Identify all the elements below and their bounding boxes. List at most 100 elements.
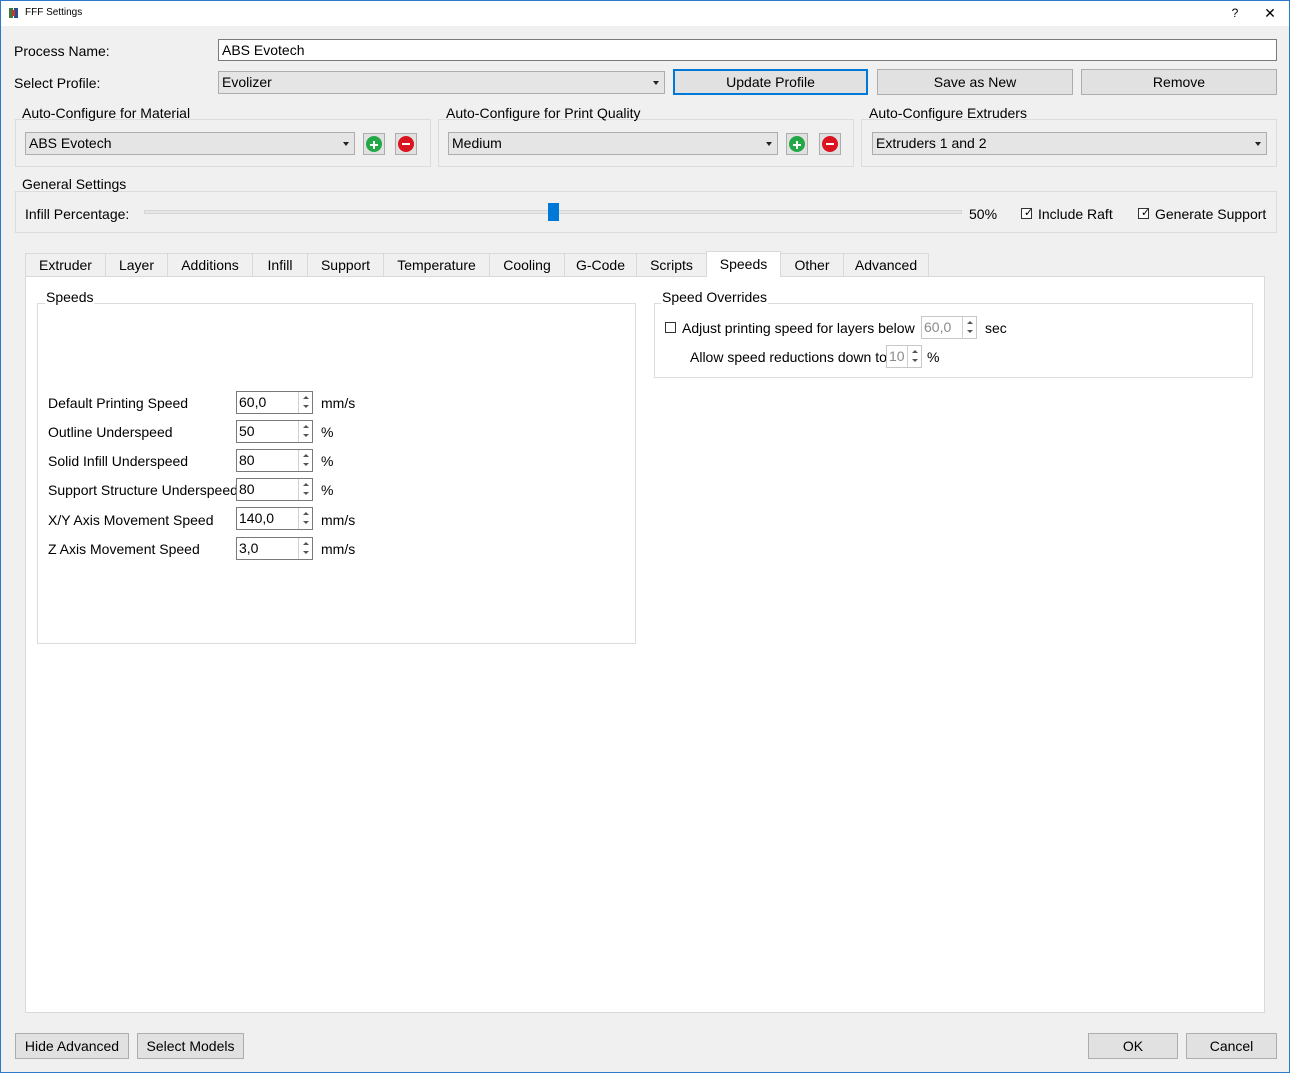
support-structure-underspeed-unit: %	[321, 482, 334, 498]
z-axis-movement-speed-label: Z Axis Movement Speed	[48, 541, 200, 557]
adjust-speed-checkbox[interactable]	[665, 322, 676, 333]
infill-slider-handle[interactable]	[548, 203, 559, 221]
solid-infill-underspeed-value: 80	[239, 452, 255, 468]
tab-layer[interactable]: Layer	[105, 253, 168, 276]
speed-reduction-input[interactable]: 10	[886, 345, 922, 368]
profile-select[interactable]: Evolizer	[218, 71, 665, 94]
ok-button[interactable]: OK	[1088, 1033, 1178, 1059]
process-name-input[interactable]: ABS Evotech	[218, 39, 1277, 61]
down-arrow-icon	[303, 521, 309, 524]
spin-arrows[interactable]	[298, 538, 312, 559]
xy-axis-movement-speed-value: 140,0	[239, 510, 275, 526]
remove-icon	[398, 136, 414, 152]
support-structure-underspeed-value: 80	[239, 481, 255, 497]
generate-support-label: Generate Support	[1155, 206, 1267, 222]
up-arrow-icon	[303, 454, 309, 457]
up-arrow-icon	[303, 425, 309, 428]
remove-quality-button[interactable]	[819, 133, 841, 155]
checkmark-icon: ✓	[1141, 207, 1151, 219]
hide-advanced-button[interactable]: Hide Advanced	[15, 1033, 129, 1059]
title-bar: FFF Settings ? ✕	[1, 1, 1289, 26]
tab-speeds[interactable]: Speeds	[706, 251, 781, 277]
z-axis-movement-speed-unit: mm/s	[321, 541, 356, 557]
xy-axis-movement-speed-label: X/Y Axis Movement Speed	[48, 512, 214, 528]
outline-underspeed-value: 50	[239, 423, 255, 439]
spin-arrows[interactable]	[298, 392, 312, 413]
general-settings-title: General Settings	[22, 176, 127, 192]
tab-advanced[interactable]: Advanced	[843, 253, 929, 276]
window-title: FFF Settings	[25, 7, 83, 18]
xy-axis-movement-speed-input[interactable]: 140,0	[236, 507, 313, 530]
checkmark-icon: ✓	[1024, 207, 1034, 219]
spin-arrows[interactable]	[962, 317, 976, 338]
chevron-down-icon	[766, 142, 772, 146]
default-printing-speed-label: Default Printing Speed	[48, 395, 189, 411]
quality-select[interactable]: Medium	[448, 132, 778, 155]
spin-arrows[interactable]	[298, 450, 312, 471]
spin-arrows[interactable]	[298, 421, 312, 442]
select-models-button[interactable]: Select Models	[137, 1033, 244, 1059]
material-select-value: ABS Evotech	[29, 135, 112, 151]
cancel-button[interactable]: Cancel	[1186, 1033, 1277, 1059]
speed-reduction-label: Allow speed reductions down to	[690, 349, 887, 365]
up-arrow-icon	[303, 483, 309, 486]
chevron-down-icon	[1255, 142, 1261, 146]
spin-arrows[interactable]	[298, 479, 312, 500]
auto-extruders-title: Auto-Configure Extruders	[869, 105, 1027, 121]
infill-percentage-value: 50%	[969, 206, 998, 222]
app-icon	[9, 8, 18, 18]
tab-infill[interactable]: Infill	[252, 253, 308, 276]
material-select[interactable]: ABS Evotech	[25, 132, 355, 155]
down-arrow-icon	[303, 463, 309, 466]
help-button[interactable]: ?	[1223, 4, 1247, 22]
process-name-label: Process Name:	[14, 43, 110, 59]
include-raft-checkbox[interactable]: ✓	[1021, 207, 1034, 219]
adjust-speed-unit: sec	[985, 320, 1007, 336]
speed-reduction-unit: %	[927, 349, 940, 365]
extruders-select-value: Extruders 1 and 2	[876, 135, 987, 151]
outline-underspeed-input[interactable]: 50	[236, 420, 313, 443]
auto-quality-title: Auto-Configure for Print Quality	[446, 105, 641, 121]
add-material-button[interactable]	[363, 133, 385, 155]
chevron-down-icon	[343, 142, 349, 146]
add-quality-button[interactable]	[786, 133, 808, 155]
outline-underspeed-label: Outline Underspeed	[48, 424, 173, 440]
tab-extruder[interactable]: Extruder	[25, 253, 106, 276]
extruders-select[interactable]: Extruders 1 and 2	[872, 132, 1267, 155]
tab-scripts[interactable]: Scripts	[636, 253, 707, 276]
outline-underspeed-unit: %	[321, 424, 334, 440]
adjust-speed-value: 60,0	[924, 319, 952, 335]
speed-reduction-value: 10	[889, 348, 905, 364]
default-printing-speed-value: 60,0	[239, 394, 267, 410]
generate-support-checkbox[interactable]: ✓	[1138, 207, 1151, 219]
solid-infill-underspeed-input[interactable]: 80	[236, 449, 313, 472]
support-structure-underspeed-input[interactable]: 80	[236, 478, 313, 501]
close-button[interactable]: ✕	[1258, 4, 1282, 22]
tab-support[interactable]: Support	[307, 253, 384, 276]
save-as-new-button[interactable]: Save as New	[877, 69, 1073, 95]
spin-arrows[interactable]	[907, 346, 921, 367]
default-printing-speed-unit: mm/s	[321, 395, 356, 411]
remove-profile-button[interactable]: Remove	[1081, 69, 1277, 95]
tab-cooling[interactable]: Cooling	[489, 253, 565, 276]
tab-other[interactable]: Other	[780, 253, 844, 276]
chevron-down-icon	[653, 81, 659, 85]
adjust-speed-input[interactable]: 60,0	[921, 316, 977, 339]
tab-gcode[interactable]: G-Code	[564, 253, 637, 276]
z-axis-movement-speed-input[interactable]: 3,0	[236, 537, 313, 560]
adjust-speed-label: Adjust printing speed for layers below	[682, 320, 915, 336]
remove-icon	[822, 136, 838, 152]
include-raft-label: Include Raft	[1038, 206, 1113, 222]
spin-arrows[interactable]	[298, 508, 312, 529]
tab-temperature[interactable]: Temperature	[383, 253, 490, 276]
up-arrow-icon	[303, 512, 309, 515]
auto-material-title: Auto-Configure for Material	[22, 105, 191, 121]
default-printing-speed-input[interactable]: 60,0	[236, 391, 313, 414]
update-profile-button[interactable]: Update Profile	[673, 69, 868, 95]
up-arrow-icon	[967, 321, 973, 324]
down-arrow-icon	[967, 330, 973, 333]
remove-material-button[interactable]	[395, 133, 417, 155]
up-arrow-icon	[303, 396, 309, 399]
tab-additions[interactable]: Additions	[167, 253, 253, 276]
down-arrow-icon	[303, 434, 309, 437]
